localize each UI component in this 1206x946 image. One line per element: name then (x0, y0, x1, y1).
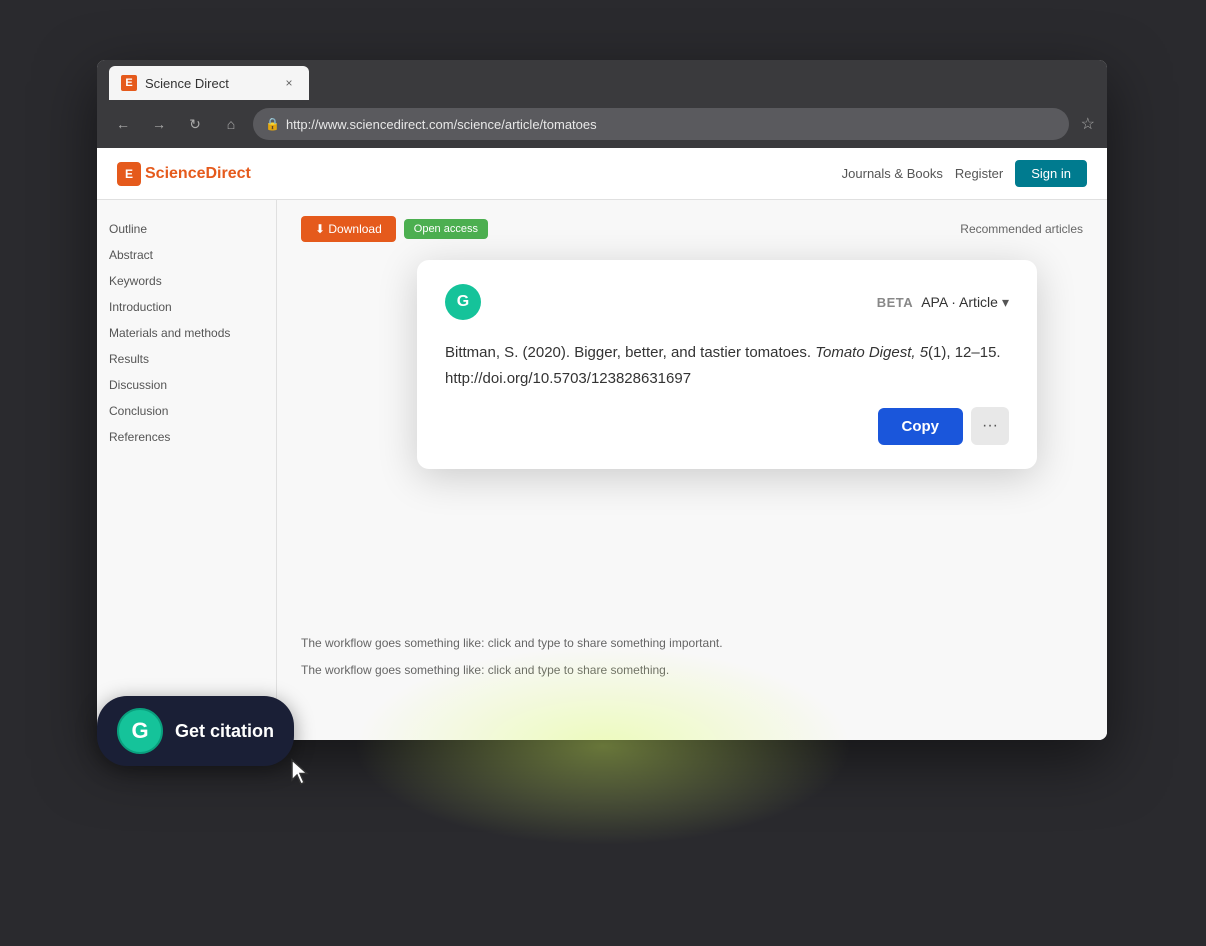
address-bar[interactable]: 🔒 http://www.sciencedirect.com/science/a… (253, 108, 1069, 140)
grammarly-logo: G (445, 284, 481, 320)
tab-close-button[interactable]: × (281, 75, 297, 91)
citation-doi: http://doi.org/10.5703/123828631697 (445, 370, 691, 387)
browser-toolbar: ← → ↻ ⌂ 🔒 http://www.sciencedirect.com/s… (97, 100, 1107, 148)
sidebar-item-results[interactable]: Results (109, 346, 264, 372)
sidebar-item-outline[interactable]: Outline (109, 216, 264, 242)
get-citation-label: Get citation (175, 721, 274, 742)
article-body-text-1: The workflow goes something like: click … (301, 634, 1083, 653)
back-button[interactable]: ← (109, 110, 137, 138)
citation-style-label: APA · Article (921, 294, 998, 310)
popup-actions: Copy ··· (445, 407, 1009, 445)
url-display: http://www.sciencedirect.com/science/art… (286, 117, 597, 132)
cursor (290, 758, 310, 791)
get-citation-g-logo: G (117, 708, 163, 754)
sidebar-item-conclusion[interactable]: Conclusion (109, 398, 264, 424)
home-button[interactable]: ⌂ (217, 110, 245, 138)
action-group: Copy ··· (878, 407, 1010, 445)
sd-logo-text: ScienceDirect (145, 165, 251, 183)
chevron-down-icon: ▾ (1002, 294, 1009, 311)
signin-button[interactable]: Sign in (1015, 160, 1087, 187)
article-sidebar: Outline Abstract Keywords Introduction M… (97, 200, 277, 740)
copy-button[interactable]: Copy (878, 408, 964, 445)
article-body-text-2: The workflow goes something like: click … (301, 661, 1083, 680)
page-content: E ScienceDirect Journals & Books Registe… (97, 148, 1107, 740)
refresh-button[interactable]: ↻ (181, 110, 209, 138)
citation-text-after: (1), 12–15. (928, 344, 1001, 361)
citation-text-italic: Tomato Digest, 5 (815, 344, 928, 361)
browser-chrome: E Science Direct × (97, 60, 1107, 100)
sd-logo-icon: E (117, 162, 141, 186)
forward-button[interactable]: → (145, 110, 173, 138)
sidebar-item-abstract[interactable]: Abstract (109, 242, 264, 268)
bookmark-button[interactable]: ☆ (1081, 114, 1095, 134)
sidebar-item-introduction[interactable]: Introduction (109, 294, 264, 320)
tab-title: Science Direct (145, 76, 273, 91)
article-main: ⬇ Download Open access Recommended artic… (277, 200, 1107, 740)
sidebar-item-discussion[interactable]: Discussion (109, 372, 264, 398)
sidebar-item-references[interactable]: References (109, 424, 264, 450)
article-area: Outline Abstract Keywords Introduction M… (97, 200, 1107, 740)
browser-tab[interactable]: E Science Direct × (109, 66, 309, 100)
download-button[interactable]: ⬇ Download (301, 216, 396, 242)
sd-header: E ScienceDirect Journals & Books Registe… (97, 148, 1107, 200)
more-options-button[interactable]: ··· (971, 407, 1009, 445)
register-link[interactable]: Register (955, 166, 1003, 181)
citation-text: Bittman, S. (2020). Bigger, better, and … (445, 340, 1009, 391)
access-badge: Open access (404, 219, 488, 239)
tab-favicon: E (121, 75, 137, 91)
citation-text-before: Bittman, S. (2020). Bigger, better, and … (445, 344, 815, 361)
beta-badge: BETA (877, 295, 913, 310)
sd-logo: E ScienceDirect (117, 162, 251, 186)
article-top-bar: ⬇ Download Open access Recommended artic… (301, 216, 1083, 242)
browser-window: E Science Direct × ← → ↻ ⌂ 🔒 http://www.… (97, 60, 1107, 740)
popup-header: G BETA APA · Article ▾ (445, 284, 1009, 320)
citation-popup: G BETA APA · Article ▾ Bittman, S. (202 (417, 260, 1037, 469)
sidebar-item-materials[interactable]: Materials and methods (109, 320, 264, 346)
journals-books-link[interactable]: Journals & Books (842, 166, 943, 181)
popup-header-right: BETA APA · Article ▾ (877, 294, 1009, 311)
lock-icon: 🔒 (265, 117, 280, 131)
sidebar-item-keywords[interactable]: Keywords (109, 268, 264, 294)
citation-style-selector[interactable]: APA · Article ▾ (921, 294, 1009, 311)
sd-nav-right: Journals & Books Register Sign in (842, 160, 1087, 187)
get-citation-button[interactable]: G Get citation (97, 696, 294, 766)
recommended-articles-label: Recommended articles (960, 222, 1083, 236)
